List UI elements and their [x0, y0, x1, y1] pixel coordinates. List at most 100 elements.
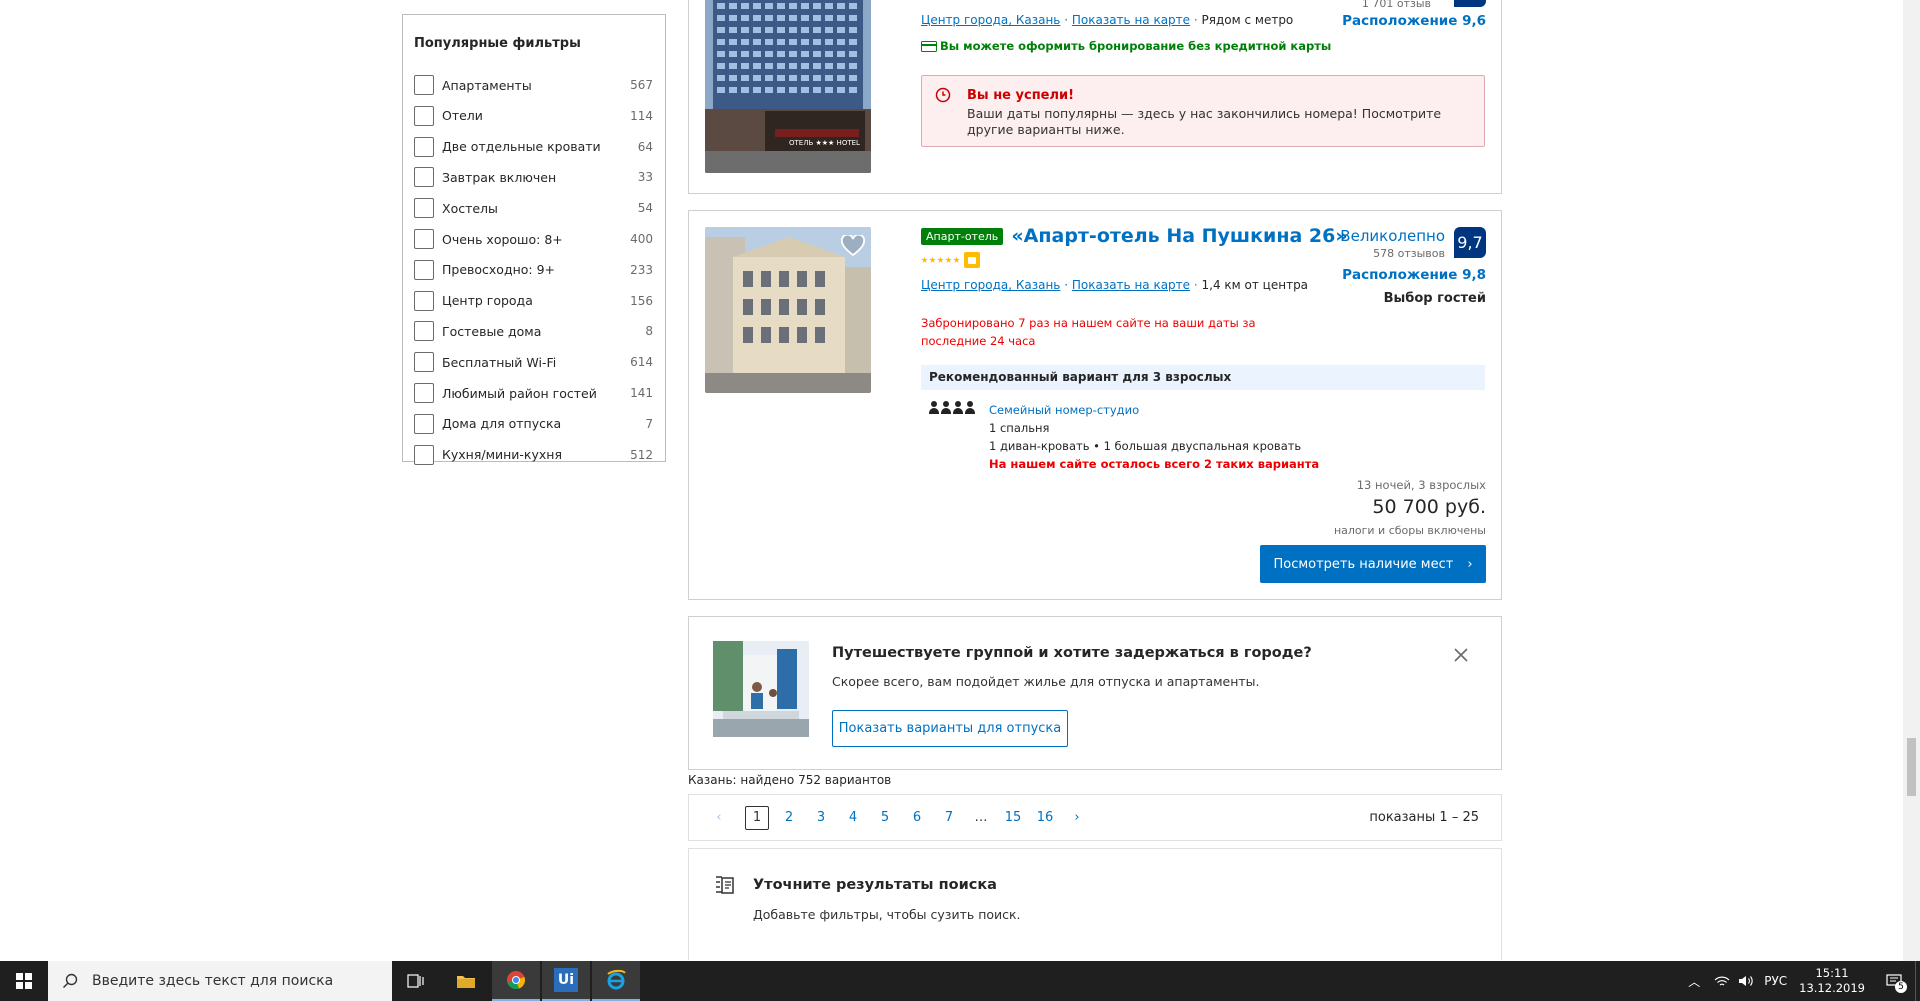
- thumbs-up-icon[interactable]: [964, 252, 980, 268]
- hotel-2-photo[interactable]: [705, 227, 871, 393]
- filter-label: Любимый район гостей: [442, 385, 597, 401]
- filter-option[interactable]: Очень хорошо: 8+ 400: [414, 228, 653, 250]
- page-link[interactable]: 15: [997, 810, 1029, 825]
- filter-option[interactable]: Отели 114: [414, 105, 653, 127]
- hotel-2-location-score[interactable]: Расположение 9,8: [1342, 267, 1486, 283]
- filter-option[interactable]: Дома для отпуска 7: [414, 413, 653, 435]
- clock-time: 15:11: [1815, 966, 1849, 980]
- scrollbar-thumb[interactable]: [1907, 738, 1916, 796]
- hotel-1-district-link[interactable]: Центр города, Казань: [921, 13, 1060, 27]
- taskbar-search-box[interactable]: Введите здесь текст для поиска: [48, 961, 392, 1001]
- filter-option[interactable]: Превосходно: 9+ 233: [414, 259, 653, 281]
- filter-option[interactable]: Хостелы 54: [414, 197, 653, 219]
- action-center-button[interactable]: 5: [1879, 961, 1909, 1001]
- filter-count: 33: [637, 170, 653, 185]
- occupancy-icon: [929, 401, 975, 415]
- room-bedrooms: 1 спальня: [989, 421, 1050, 435]
- page-link[interactable]: 1: [745, 805, 769, 830]
- filter-option[interactable]: Бесплатный Wi-Fi 614: [414, 351, 653, 373]
- prev-page-icon[interactable]: ‹: [703, 810, 735, 825]
- taxes-note: налоги и сборы включены: [1333, 524, 1486, 537]
- filter-checkbox[interactable]: [414, 321, 434, 342]
- page-scrollbar[interactable]: [1903, 0, 1920, 961]
- filter-option[interactable]: Апартаменты 567: [414, 74, 653, 96]
- filter-label: Хостелы: [442, 200, 498, 216]
- show-vacation-options-button[interactable]: Показать варианты для отпуска: [832, 710, 1068, 747]
- close-icon[interactable]: [1451, 645, 1471, 665]
- notification-count: 5: [1895, 981, 1907, 993]
- rooms-left-warning: На нашем сайте осталось всего 2 таких ва…: [989, 457, 1320, 471]
- heart-icon[interactable]: [841, 235, 865, 257]
- filter-checkbox[interactable]: [414, 75, 434, 95]
- filter-option[interactable]: Завтрак включен 33: [414, 166, 653, 188]
- internet-explorer-button[interactable]: [592, 961, 640, 1001]
- chrome-button[interactable]: [492, 961, 540, 1001]
- next-page-icon[interactable]: ›: [1061, 810, 1093, 825]
- filter-checkbox[interactable]: [414, 136, 434, 157]
- filter-checkbox[interactable]: [414, 259, 434, 280]
- hotel-2-map-link[interactable]: Показать на карте: [1072, 278, 1190, 292]
- filter-option[interactable]: Гостевые дома 8: [414, 320, 653, 342]
- star-icon: [937, 256, 944, 263]
- filter-checkbox[interactable]: [414, 352, 434, 373]
- filter-count: 512: [630, 447, 653, 462]
- hotel-1-location-score[interactable]: Расположение 9,6: [1342, 13, 1486, 29]
- filter-count: 114: [630, 108, 653, 123]
- hotel-2-name-link[interactable]: «Апарт-отель На Пушкина 26»: [1011, 225, 1347, 247]
- filter-option[interactable]: Кухня/мини-кухня 512: [414, 444, 653, 466]
- hotel-2-district-link[interactable]: Центр города, Казань: [921, 278, 1060, 292]
- filter-checkbox[interactable]: [414, 413, 434, 434]
- filter-checkbox[interactable]: [414, 444, 434, 465]
- guests-choice-label: Выбор гостей: [1383, 291, 1486, 306]
- start-button[interactable]: [0, 961, 48, 1001]
- filter-checkbox[interactable]: [414, 198, 434, 219]
- page-link[interactable]: 3: [805, 810, 837, 825]
- filter-checkbox[interactable]: [414, 290, 434, 311]
- filter-option[interactable]: Любимый район гостей 141: [414, 382, 653, 404]
- page-link[interactable]: 6: [901, 810, 933, 825]
- page-link[interactable]: 4: [837, 810, 869, 825]
- filter-checkbox[interactable]: [414, 383, 434, 403]
- stay-length: 13 ночей, 3 взрослых: [1356, 478, 1486, 492]
- review-score-badge[interactable]: 9,7: [1454, 227, 1486, 258]
- star-icon: [929, 256, 936, 263]
- filter-checkbox[interactable]: [414, 105, 434, 126]
- filter-label: Завтрак включен: [442, 169, 557, 185]
- search-icon: [63, 973, 78, 988]
- windows-logo-icon: [16, 973, 32, 989]
- network-icon[interactable]: [1714, 974, 1730, 988]
- clock-date: 13.12.2019: [1799, 981, 1865, 995]
- page-link[interactable]: 5: [869, 810, 901, 825]
- filter-checkbox[interactable]: [414, 229, 434, 249]
- person-icon: [953, 401, 963, 415]
- filter-count: 7: [645, 416, 653, 431]
- show-desktop-button[interactable]: [1915, 961, 1920, 1001]
- input-language[interactable]: РУС: [1764, 974, 1787, 988]
- filter-checkbox[interactable]: [414, 167, 434, 188]
- see-availability-button[interactable]: Посмотреть наличие мест ›: [1260, 545, 1486, 583]
- hotel-1-near-metro: Рядом с метро: [1201, 13, 1294, 27]
- page-link[interactable]: 7: [933, 810, 965, 825]
- recommended-option-header: Рекомендованный вариант для 3 взрослых: [921, 365, 1485, 390]
- taskbar-search-placeholder: Введите здесь текст для поиска: [92, 973, 334, 989]
- page-link[interactable]: 2: [773, 810, 805, 825]
- volume-icon[interactable]: [1738, 974, 1754, 988]
- promo-title: Путешествуете группой и хотите задержать…: [832, 645, 1312, 661]
- filter-option[interactable]: Две отдельные кровати 64: [414, 136, 653, 158]
- booked-recently-note: Забронировано 7 раз на нашем сайте на ва…: [921, 316, 1256, 348]
- hotel-2-address-line: Центр города, Казань · Показать на карте…: [921, 278, 1309, 292]
- uipath-button[interactable]: Ui: [542, 961, 590, 1001]
- uipath-icon: Ui: [554, 968, 578, 992]
- file-explorer-button[interactable]: [442, 961, 490, 1001]
- page-link[interactable]: 16: [1029, 810, 1061, 825]
- chevron-up-icon[interactable]: ︿: [1688, 973, 1700, 990]
- hotel-1-map-link[interactable]: Показать на карте: [1072, 13, 1190, 27]
- room-name-link[interactable]: Семейный номер-студио: [989, 401, 1319, 419]
- task-view-button[interactable]: [392, 961, 440, 1001]
- hotel-1-photo[interactable]: ОТЕЛЬ ★★★ HOTEL: [705, 0, 871, 173]
- clock[interactable]: 15:11 13.12.2019: [1799, 966, 1865, 996]
- filter-label: Две отдельные кровати: [442, 139, 601, 155]
- refine-title: Уточните результаты поиска: [753, 877, 997, 893]
- filter-label: Отели: [442, 108, 483, 124]
- filter-option[interactable]: Центр города 156: [414, 290, 653, 312]
